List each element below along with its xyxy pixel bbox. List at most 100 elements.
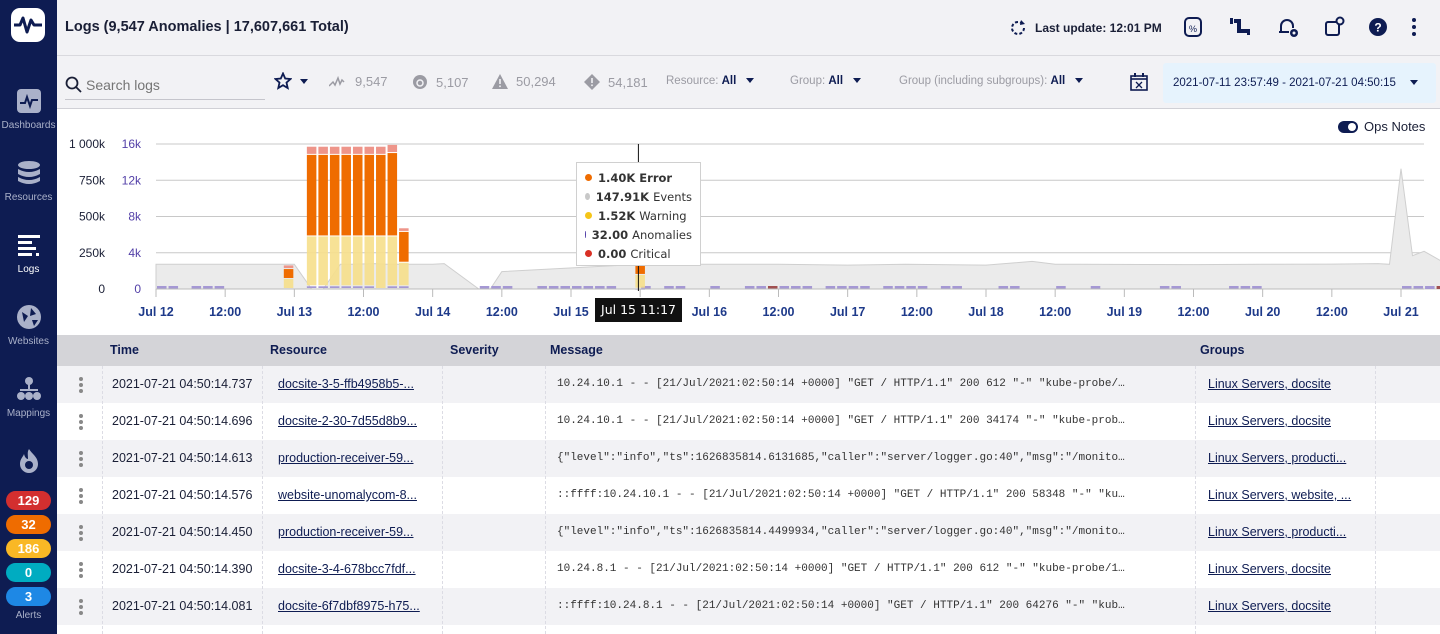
table-row[interactable]: 2021-07-21 04:50:14.696 docsite-2-30-7d55… <box>57 403 1440 440</box>
tooltip-row-warning: 1.52K Warning <box>585 206 692 225</box>
cell-groups-link[interactable]: Linux Servers, producti... <box>1208 451 1346 465</box>
sidebar-item-mappings[interactable]: Mappings <box>0 376 57 419</box>
pipeline-icon[interactable] <box>1229 16 1251 38</box>
cell-resource-link[interactable]: website-unomalycom-8... <box>278 488 417 502</box>
left-axis-tick-label: 0 <box>98 282 105 296</box>
group-dropdown[interactable]: Group: All <box>790 75 862 87</box>
bar-segment-anomalies <box>352 286 363 288</box>
cell-groups-link[interactable]: Linux Servers, docsite <box>1208 414 1331 428</box>
column-header-groups[interactable]: Groups <box>1200 343 1244 357</box>
group-subgroups-dropdown[interactable]: Group (including subgroups): All <box>899 75 1084 87</box>
refresh-button[interactable]: Last update: 12:01 PM <box>1009 19 1162 37</box>
bar-segment-anomalies <box>306 286 317 288</box>
row-menu-icon[interactable] <box>79 562 83 578</box>
alert-settings-icon[interactable] <box>1277 16 1299 38</box>
cell-resource-link[interactable]: production-receiver-59... <box>278 525 413 539</box>
row-menu-icon[interactable] <box>79 525 83 541</box>
share-icon[interactable] <box>1323 16 1345 38</box>
svg-text:?: ? <box>1374 21 1381 35</box>
row-menu-icon[interactable] <box>79 377 83 393</box>
alert-count-warning[interactable]: 186 <box>6 539 51 558</box>
help-icon[interactable]: ? <box>1367 16 1389 38</box>
cell-groups-link[interactable]: Linux Servers, producti... <box>1208 525 1346 539</box>
critical-count: 5,107 <box>436 74 469 90</box>
date-range-picker[interactable]: 2021-07-11 23:57:49 - 2021-07-21 04:50:1… <box>1163 63 1436 103</box>
column-header-time[interactable]: Time <box>110 343 139 357</box>
table-header: Time Resource Severity Message Groups <box>57 335 1440 366</box>
flame-icon <box>19 449 38 473</box>
row-menu-icon[interactable] <box>79 488 83 504</box>
x-tick-label: Jul 14 <box>415 305 450 319</box>
cell-message[interactable]: 10.24.10.1 - - [21/Jul/2021:02:50:14 +00… <box>557 415 1125 427</box>
percent-database-icon[interactable]: % <box>1182 16 1204 38</box>
cell-message[interactable]: 10.24.10.1 - - [21/Jul/2021:02:50:14 +00… <box>557 378 1125 390</box>
cell-time: 2021-07-21 04:50:14.450 <box>112 525 253 539</box>
clear-date-icon[interactable] <box>1130 73 1148 91</box>
error-stat[interactable]: 54,181 <box>584 74 648 90</box>
row-menu-icon[interactable] <box>79 451 83 467</box>
cell-message[interactable]: 10.24.8.1 - - [21/Jul/2021:02:50:14 +000… <box>557 563 1125 575</box>
tooltip-value: 1.40K <box>598 170 636 185</box>
cell-message[interactable]: ::ffff:10.24.8.1 - - [21/Jul/2021:02:50:… <box>557 600 1125 612</box>
alerts-flame[interactable] <box>0 448 57 480</box>
table-row[interactable]: 2021-07-21 04:50:14.450 production-receiv… <box>57 514 1440 551</box>
alerts-label[interactable]: Alerts <box>0 610 57 621</box>
cell-message[interactable]: ::ffff:10.24.10.1 - - [21/Jul/2021:02:50… <box>557 489 1125 501</box>
sidebar-item-logs[interactable]: Logs <box>0 232 57 275</box>
table-row[interactable]: 2021-07-21 04:50:14.613 production-receiv… <box>57 440 1440 477</box>
cell-resource-link[interactable]: docsite-3-5-ffb4958b5-... <box>278 377 414 391</box>
cell-resource-link[interactable]: docsite-3-4-678bcc7fdf... <box>278 562 416 576</box>
cell-groups-link[interactable]: Linux Servers, docsite <box>1208 599 1331 613</box>
group-value: All <box>828 75 844 87</box>
column-header-resource[interactable]: Resource <box>270 343 327 357</box>
anomalies-stat[interactable]: 9,547 <box>329 74 388 89</box>
bar-segment-warning <box>329 236 340 286</box>
sidebar-item-resources[interactable]: Resources <box>0 160 57 203</box>
cell-groups-link[interactable]: Linux Servers, docsite <box>1208 562 1331 576</box>
bar-segment-critical <box>399 228 409 231</box>
cell-resource-link[interactable]: docsite-6f7dbf8975-h75... <box>278 599 420 613</box>
bar-segment-critical <box>329 146 340 154</box>
alert-count-critical[interactable]: 129 <box>6 491 51 510</box>
refresh-icon <box>1011 20 1025 35</box>
saved-searches-button[interactable] <box>274 72 308 90</box>
right-axis-tick-label: 12k <box>122 173 142 187</box>
resource-dropdown[interactable]: Resource: All <box>666 75 755 87</box>
tooltip-row-events: 147.91K Events <box>585 187 692 206</box>
row-menu-icon[interactable] <box>79 599 83 615</box>
column-header-message[interactable]: Message <box>550 343 603 357</box>
column-header-severity[interactable]: Severity <box>450 343 499 357</box>
row-menu-icon[interactable] <box>79 414 83 430</box>
right-axis-tick-label: 4k <box>128 246 142 260</box>
search-box[interactable] <box>65 70 265 100</box>
alert-count-notice[interactable]: 3 <box>6 587 51 606</box>
cell-resource-link[interactable]: production-receiver-59... <box>278 451 413 465</box>
log-volume-chart[interactable]: Ops Notes 0 0 250k 4k 500k 8k 750k 12k 1 000k 16k… <box>57 109 1440 335</box>
critical-stat[interactable]: 5,107 <box>412 74 469 90</box>
tooltip-label: Critical <box>630 246 671 261</box>
x-tick-label: 12:00 <box>901 305 933 319</box>
table-row[interactable]: 2021-07-21 04:50:14.576 website-unomalyco… <box>57 477 1440 514</box>
x-tick-label: 12:00 <box>348 305 380 319</box>
sidebar-item-websites[interactable]: Websites <box>0 304 57 347</box>
sidebar-item-dashboards[interactable]: Dashboards <box>0 88 57 131</box>
cell-resource-link[interactable]: docsite-2-30-7d55d8b9... <box>278 414 417 428</box>
cell-message[interactable]: {"level":"info","ts":1626835814.4499934,… <box>557 526 1125 538</box>
critical-dot-icon <box>585 250 592 257</box>
search-icon <box>65 76 82 93</box>
bar-segment-warning <box>387 236 398 286</box>
bar-segment-critical <box>283 265 294 269</box>
app-logo-icon[interactable] <box>11 8 45 42</box>
more-menu-icon[interactable] <box>1403 16 1425 38</box>
x-tick-label: 12:00 <box>1178 305 1210 319</box>
warning-stat[interactable]: 50,294 <box>492 74 556 89</box>
alert-count-error[interactable]: 32 <box>6 515 51 534</box>
table-row[interactable]: 2021-07-21 04:50:14.390 docsite-3-4-678bc… <box>57 551 1440 588</box>
table-row[interactable]: 2021-07-21 04:50:14.081 docsite-6f7dbf897… <box>57 588 1440 625</box>
search-input[interactable] <box>86 76 261 93</box>
alert-count-info[interactable]: 0 <box>6 563 51 582</box>
cell-groups-link[interactable]: Linux Servers, docsite <box>1208 377 1331 391</box>
cell-message[interactable]: {"level":"info","ts":1626835814.6131685,… <box>557 452 1125 464</box>
table-row[interactable]: 2021-07-21 04:50:14.737 docsite-3-5-ffb49… <box>57 366 1440 403</box>
cell-groups-link[interactable]: Linux Servers, website, ... <box>1208 488 1351 502</box>
